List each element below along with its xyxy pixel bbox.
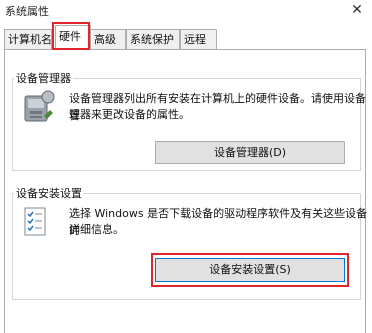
tab-remote[interactable]: 远程 [180,29,217,49]
device-manager-button[interactable]: 设备管理器(D) [155,141,345,164]
title-bar: 系统属性 ✕ [0,0,372,22]
device-installation-group-title: 设备安装设置 [14,185,84,201]
install-settings-button-highlight [151,253,349,287]
device-manager-group-title: 设备管理器 [14,70,73,86]
checklist-icon [24,207,46,236]
tab-system-protection[interactable]: 系统保护 [126,29,180,49]
device-manager-description-2: 理器来更改设备的属性。 [69,108,190,121]
close-icon[interactable]: ✕ [346,0,368,20]
device-manager-icon [24,90,55,122]
tab-computer-name[interactable]: 计算机名 [4,29,52,49]
window-title: 系统属性 [5,5,49,18]
hardware-tab-highlight [52,22,90,50]
tab-advanced[interactable]: 高级 [90,29,126,49]
device-installation-description-2: 详细信息。 [69,223,124,236]
